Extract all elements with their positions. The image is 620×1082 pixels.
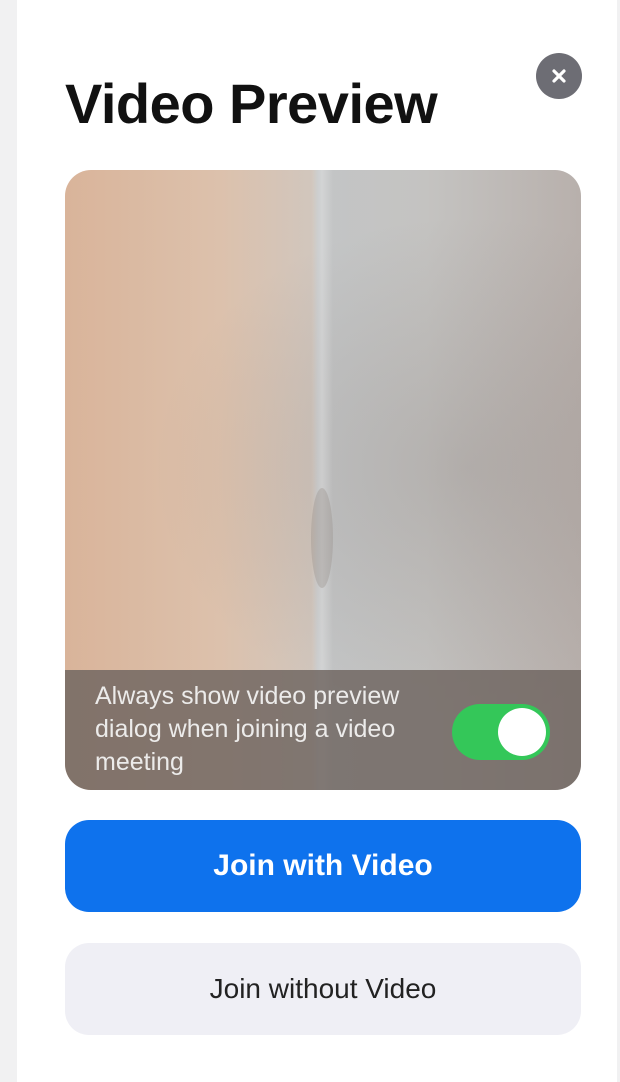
toggle-knob	[498, 708, 546, 756]
camera-feed-shadow	[311, 488, 333, 588]
join-with-video-button[interactable]: Join with Video	[65, 820, 581, 912]
dialog-title: Video Preview	[65, 72, 438, 135]
close-button[interactable]	[536, 53, 582, 99]
always-show-preview-label: Always show video preview dialog when jo…	[95, 682, 400, 776]
preview-setting-bar: Always show video preview dialog when jo…	[65, 670, 581, 790]
camera-preview: Always show video preview dialog when jo…	[65, 170, 581, 790]
video-preview-dialog: Video Preview Always show video preview …	[17, 0, 617, 1082]
always-show-preview-toggle[interactable]	[452, 704, 550, 760]
join-without-video-button[interactable]: Join without Video	[65, 943, 581, 1035]
close-icon	[552, 69, 566, 83]
